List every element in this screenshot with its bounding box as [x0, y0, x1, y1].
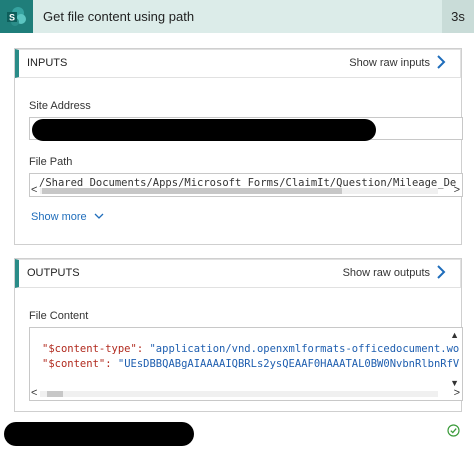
action-header[interactable]: S Get file content using path 3s [0, 0, 474, 33]
scroll-left-icon[interactable]: < [31, 387, 37, 399]
show-raw-outputs-link[interactable]: Show raw outputs [343, 267, 430, 279]
sharepoint-icon: S [0, 0, 33, 33]
redacted-text [4, 422, 194, 446]
inputs-header: INPUTS Show raw inputs [15, 49, 461, 78]
show-raw-inputs-link[interactable]: Show raw inputs [349, 57, 430, 69]
horizontal-scrollbar[interactable] [40, 391, 438, 397]
json-key: "$content-type": [42, 343, 144, 355]
chevron-right-icon[interactable] [436, 265, 446, 284]
scroll-right-icon[interactable]: > [454, 184, 460, 196]
show-more-link[interactable]: Show more [31, 211, 104, 223]
redacted-site-address [32, 119, 376, 141]
outputs-label: OUTPUTS [27, 267, 80, 279]
outputs-card: OUTPUTS Show raw outputs File Content "$… [14, 258, 463, 412]
file-content-box[interactable]: "$content-type": "application/vnd.openxm… [29, 327, 463, 401]
outputs-header: OUTPUTS Show raw outputs [15, 259, 461, 288]
scrollbar-thumb[interactable] [47, 391, 63, 397]
file-path-field[interactable]: /Shared Documents/Apps/Microsoft Forms/C… [29, 173, 463, 197]
show-more-label: Show more [31, 211, 87, 223]
chevron-down-icon [94, 213, 104, 219]
action-title: Get file content using path [43, 9, 195, 24]
scroll-up-icon[interactable]: ▲ [450, 330, 459, 340]
svg-text:S: S [9, 13, 15, 23]
json-value: "UEsDBBQABgAIAAAAIQBRLs2ysQEAAF0HAAATAL0… [117, 358, 460, 370]
json-line-content-type: "$content-type": "application/vnd.openxm… [42, 343, 459, 355]
scrollbar-thumb[interactable] [42, 188, 342, 194]
chevron-right-icon[interactable] [436, 55, 446, 74]
site-address-label: Site Address [29, 100, 91, 112]
scroll-down-icon[interactable]: ▼ [450, 378, 459, 388]
json-line-content: "$content": "UEsDBBQABgAIAAAAIQBRLs2ysQE… [42, 358, 459, 370]
duration-badge: 3s [442, 0, 474, 33]
inputs-card: INPUTS Show raw inputs Site Address File… [14, 48, 463, 245]
json-key: "$content": [42, 358, 112, 370]
success-check-icon [447, 424, 460, 442]
horizontal-scrollbar[interactable] [40, 188, 438, 194]
file-path-label: File Path [29, 156, 73, 168]
scroll-left-icon[interactable]: < [31, 184, 37, 196]
file-content-label: File Content [29, 310, 89, 322]
site-address-field[interactable] [29, 117, 463, 141]
inputs-label: INPUTS [27, 57, 68, 69]
json-value: "application/vnd.openxmlformats-officedo… [149, 343, 460, 355]
scroll-right-icon[interactable]: > [454, 387, 460, 399]
